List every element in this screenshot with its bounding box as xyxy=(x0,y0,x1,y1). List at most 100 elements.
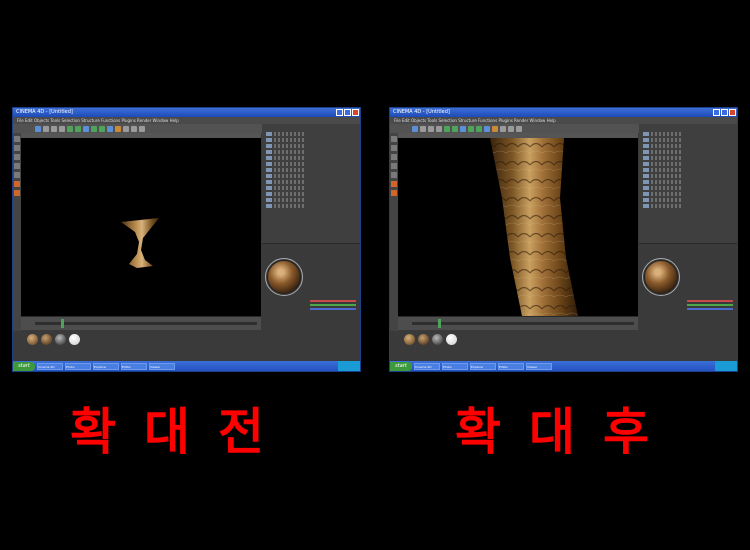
scene-icon[interactable] xyxy=(123,125,129,132)
taskbar-item[interactable]: Photo xyxy=(65,362,91,370)
object-row[interactable] xyxy=(266,180,306,184)
render-icon[interactable] xyxy=(444,125,450,132)
light-icon[interactable] xyxy=(516,125,522,132)
light-icon[interactable] xyxy=(139,125,145,132)
object-row[interactable] xyxy=(266,132,306,136)
object-row[interactable] xyxy=(266,156,306,160)
timeline-track[interactable] xyxy=(35,322,257,325)
object-row[interactable] xyxy=(643,168,683,172)
object-row[interactable] xyxy=(643,150,683,154)
material-swatch[interactable] xyxy=(41,334,52,345)
move-icon[interactable] xyxy=(420,125,426,132)
scale-icon[interactable] xyxy=(428,125,434,132)
taskbar-item[interactable]: Cinema 4D xyxy=(37,362,63,370)
object-row[interactable] xyxy=(266,144,306,148)
deformer-icon[interactable] xyxy=(115,125,121,132)
material-preview[interactable] xyxy=(265,258,303,296)
object-row[interactable] xyxy=(643,192,683,196)
close-icon[interactable] xyxy=(729,109,736,116)
timeline[interactable] xyxy=(21,316,261,331)
maximize-icon[interactable] xyxy=(721,109,728,116)
object-row[interactable] xyxy=(643,174,683,178)
tool-icon[interactable] xyxy=(14,172,20,178)
rotate-icon[interactable] xyxy=(436,125,442,132)
taskbar-item[interactable]: Viewer xyxy=(149,362,175,370)
object-row[interactable] xyxy=(266,198,306,202)
undo-icon[interactable] xyxy=(412,125,418,132)
tool-icon[interactable] xyxy=(14,163,20,169)
move-icon[interactable] xyxy=(43,125,49,132)
render-icon[interactable] xyxy=(67,125,73,132)
deformer-icon[interactable] xyxy=(492,125,498,132)
scale-icon[interactable] xyxy=(51,125,57,132)
tool-icon[interactable] xyxy=(391,163,397,169)
viewport[interactable] xyxy=(398,138,638,316)
material-preview[interactable] xyxy=(642,258,680,296)
taskbar-item[interactable]: Photo xyxy=(442,362,468,370)
spline-icon[interactable] xyxy=(91,125,97,132)
rotate-icon[interactable] xyxy=(59,125,65,132)
render-view-icon[interactable] xyxy=(75,125,81,132)
timeline-track[interactable] xyxy=(412,322,634,325)
tool-icon[interactable] xyxy=(14,145,20,151)
material-swatch[interactable] xyxy=(69,334,80,345)
timeline-playhead[interactable] xyxy=(61,319,64,328)
taskbar-item[interactable]: Cinema 4D xyxy=(414,362,440,370)
scene-icon[interactable] xyxy=(500,125,506,132)
viewport[interactable] xyxy=(21,138,261,316)
tool-icon[interactable] xyxy=(391,181,397,187)
taskbar-item[interactable]: Viewer xyxy=(526,362,552,370)
nurbs-icon[interactable] xyxy=(476,125,482,132)
menu-bar[interactable]: File Edit Objects Tools Selection Struct… xyxy=(13,117,360,124)
spline-icon[interactable] xyxy=(468,125,474,132)
timeline[interactable] xyxy=(398,316,638,331)
cube-icon[interactable] xyxy=(83,125,89,132)
object-row[interactable] xyxy=(266,186,306,190)
object-row[interactable] xyxy=(266,204,306,208)
material-swatch[interactable] xyxy=(27,334,38,345)
object-row[interactable] xyxy=(643,180,683,184)
menu-bar[interactable]: File Edit Objects Tools Selection Struct… xyxy=(390,117,737,124)
object-row[interactable] xyxy=(643,162,683,166)
nurbs-icon[interactable] xyxy=(99,125,105,132)
minimize-icon[interactable] xyxy=(713,109,720,116)
color-sliders[interactable] xyxy=(310,300,356,312)
taskbar-item[interactable]: Editor xyxy=(121,362,147,370)
camera-icon[interactable] xyxy=(508,125,514,132)
object-row[interactable] xyxy=(643,198,683,202)
object-row[interactable] xyxy=(266,138,306,142)
start-button[interactable]: start xyxy=(13,361,35,371)
object-row[interactable] xyxy=(643,156,683,160)
render-view-icon[interactable] xyxy=(452,125,458,132)
taskbar-item[interactable]: Explorer xyxy=(470,362,496,370)
object-row[interactable] xyxy=(643,144,683,148)
object-row[interactable] xyxy=(266,162,306,166)
maximize-icon[interactable] xyxy=(344,109,351,116)
tool-icon[interactable] xyxy=(391,145,397,151)
taskbar-item[interactable]: Explorer xyxy=(93,362,119,370)
array-icon[interactable] xyxy=(484,125,490,132)
cube-icon[interactable] xyxy=(460,125,466,132)
tool-icon[interactable] xyxy=(14,181,20,187)
object-row[interactable] xyxy=(643,204,683,208)
color-sliders[interactable] xyxy=(687,300,733,312)
material-swatch[interactable] xyxy=(55,334,66,345)
object-row[interactable] xyxy=(643,132,683,136)
object-row[interactable] xyxy=(266,150,306,154)
camera-icon[interactable] xyxy=(131,125,137,132)
material-swatch[interactable] xyxy=(418,334,429,345)
undo-icon[interactable] xyxy=(35,125,41,132)
material-swatch[interactable] xyxy=(404,334,415,345)
object-row[interactable] xyxy=(266,174,306,178)
tool-icon[interactable] xyxy=(14,190,20,196)
object-row[interactable] xyxy=(643,138,683,142)
start-button[interactable]: start xyxy=(390,361,412,371)
taskbar-item[interactable]: Editor xyxy=(498,362,524,370)
material-swatch[interactable] xyxy=(446,334,457,345)
object-row[interactable] xyxy=(266,192,306,196)
object-row[interactable] xyxy=(643,186,683,190)
system-tray[interactable] xyxy=(338,361,360,371)
tool-icon[interactable] xyxy=(391,172,397,178)
close-icon[interactable] xyxy=(352,109,359,116)
tool-icon[interactable] xyxy=(391,136,397,142)
